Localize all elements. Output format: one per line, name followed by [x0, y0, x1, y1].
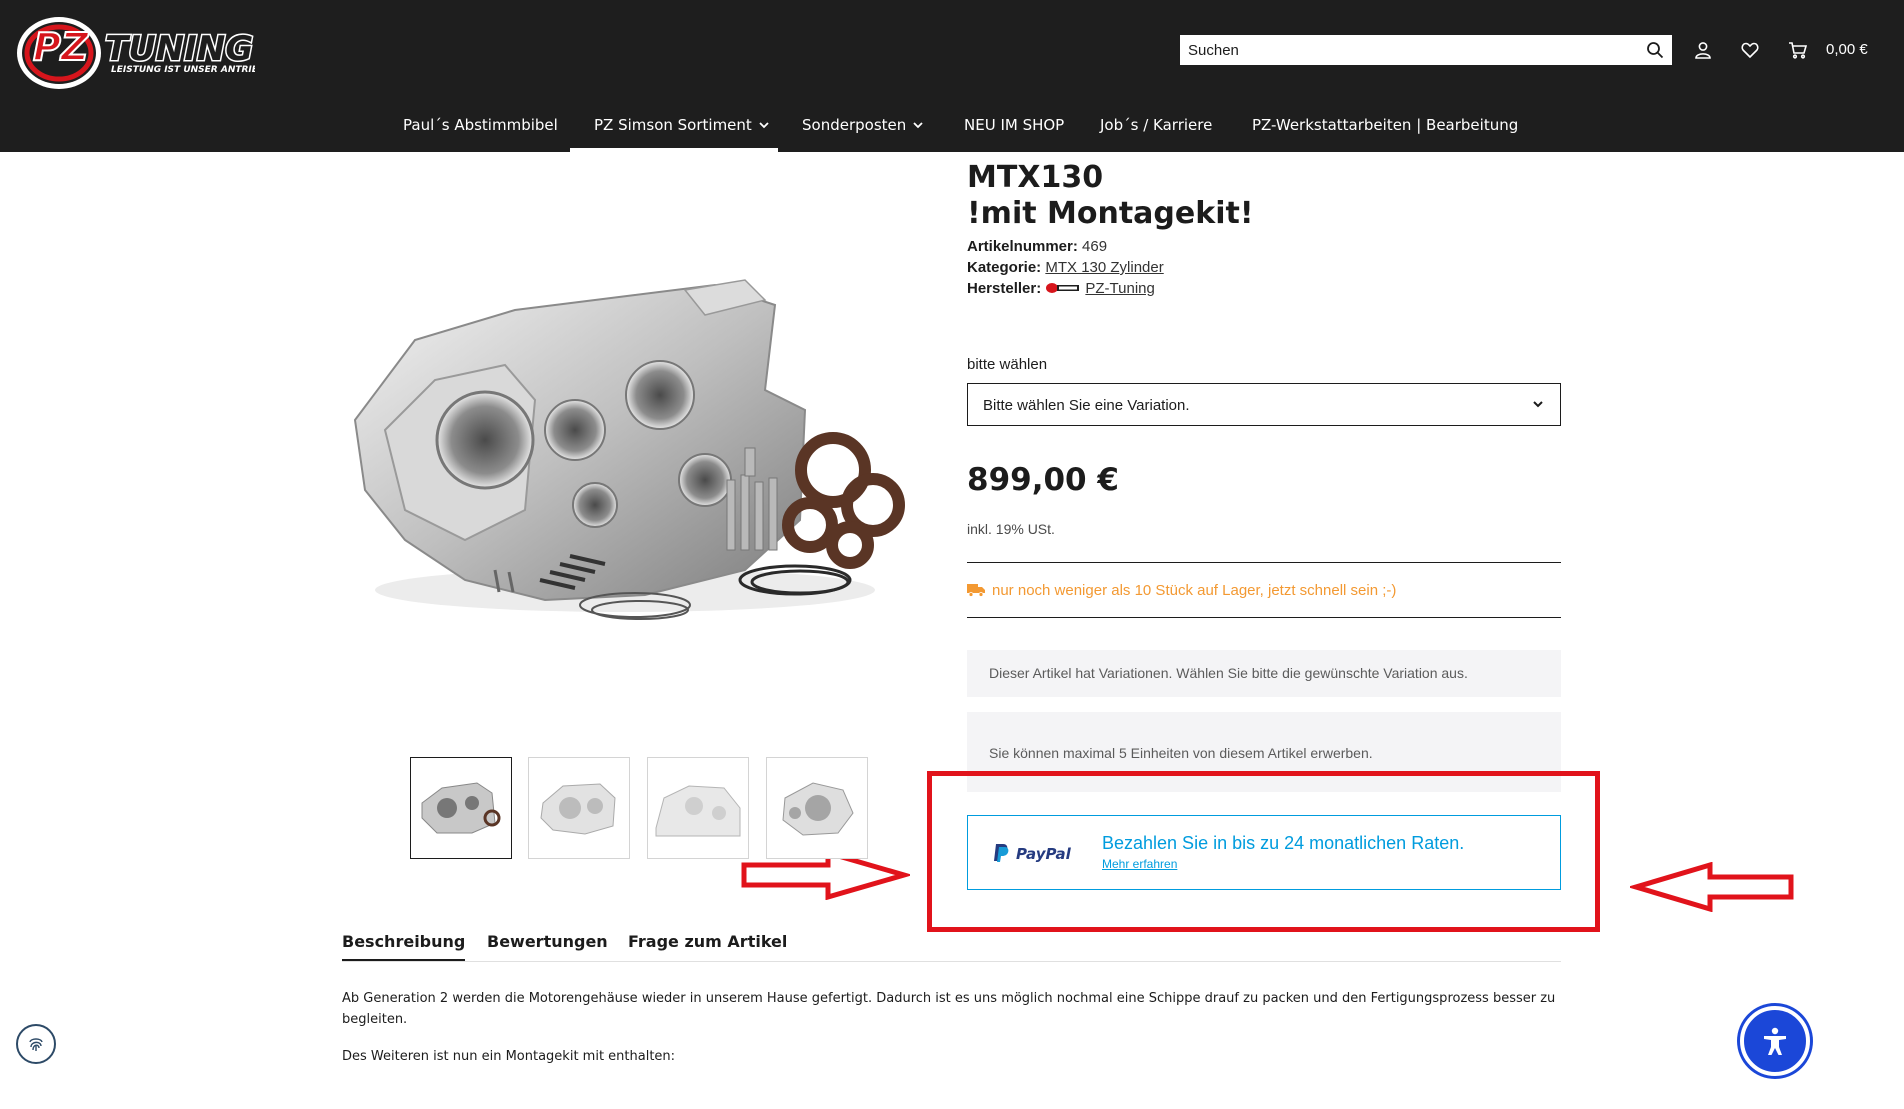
nav-item-label: Job´s / Karriere: [1100, 116, 1213, 134]
thumbnail-3[interactable]: [647, 757, 749, 859]
chevron-down-icon: [913, 122, 923, 129]
search-bar: [1180, 35, 1672, 65]
manufacturer-label: Hersteller:: [967, 280, 1042, 297]
product-title-line-2: !mit Montagekit!: [967, 196, 1254, 231]
nav-active-indicator: [570, 148, 778, 152]
description-paragraph: Ab Generation 2 werden die Motorengehäus…: [342, 991, 1556, 1027]
page: Gen2 PZ- CNC Gehäuse Simson MTX130 !mit …: [0, 0, 1904, 1109]
thumbnail-image: [782, 782, 854, 836]
tab-bewertungen[interactable]: Bewertungen: [487, 932, 608, 951]
divider: [967, 617, 1561, 618]
product-price: 899,00 €: [967, 462, 1119, 498]
article-number-row: Artikelnummer: 469: [967, 236, 1164, 257]
consent-settings-button[interactable]: [16, 1024, 56, 1064]
nav-item-label: Paul´s Abstimmbibel: [403, 116, 558, 134]
cart-icon[interactable]: [1788, 40, 1808, 60]
product-description: Ab Generation 2 werden die Motorengehäus…: [342, 988, 1572, 1083]
nav-item-abstimmbibel[interactable]: Paul´s Abstimmbibel: [403, 116, 558, 134]
logo-tagline-text: LEISTUNG IST UNSER ANTRIEB: [111, 65, 255, 75]
logo-pz-text: PZ: [33, 25, 90, 69]
fingerprint-icon: [29, 1038, 43, 1051]
logo-tuning-text: TUNING: [105, 29, 253, 69]
tab-frage-zum-artikel[interactable]: Frage zum Artikel: [628, 932, 787, 951]
thumbnail-image: [540, 783, 616, 835]
search-icon[interactable]: [1646, 41, 1664, 59]
thumbnail-1[interactable]: [410, 757, 512, 859]
thumbnail-4[interactable]: [766, 757, 868, 859]
tab-beschreibung[interactable]: Beschreibung: [342, 932, 466, 962]
manufacturer-row: Hersteller: PZ-Tuning: [967, 278, 1164, 299]
variation-label: bitte wählen: [967, 356, 1048, 373]
nav-item-sonderposten[interactable]: Sonderposten: [802, 116, 923, 134]
stock-status: nur noch weniger als 10 Stück auf Lager,…: [967, 582, 1396, 599]
variation-info-box: Dieser Artikel hat Variationen. Wählen S…: [967, 650, 1561, 697]
nav-item-werkstattarbeiten[interactable]: PZ-Werkstattarbeiten | Bearbeitung: [1252, 116, 1518, 134]
category-row: Kategorie: MTX 130 Zylinder: [967, 257, 1164, 278]
nav-item-label: PZ Simson Sortiment: [594, 116, 752, 134]
thumbnail-2[interactable]: [528, 757, 630, 859]
nav-item-label: Sonderposten: [802, 116, 907, 134]
brand-logo[interactable]: PZ TUNING LEISTUNG IST UNSER ANTRIEB: [15, 8, 255, 90]
accessibility-button[interactable]: [1740, 1006, 1810, 1076]
tabs-divider: [342, 961, 1561, 962]
site-header: PZ TUNING LEISTUNG IST UNSER ANTRIEB 0,0…: [0, 0, 1904, 152]
manufacturer-link[interactable]: PZ-Tuning: [1085, 280, 1154, 297]
tax-note: inkl. 19% USt.: [967, 521, 1055, 537]
manufacturer-logo-icon: [1046, 283, 1080, 293]
heart-icon[interactable]: [1740, 40, 1760, 60]
thumbnail-image: [421, 782, 501, 834]
nav-item-jobs-karriere[interactable]: Job´s / Karriere: [1100, 116, 1212, 134]
chevron-down-icon: [759, 122, 769, 129]
user-icon[interactable]: [1693, 40, 1713, 60]
article-number-value: 469: [1082, 238, 1108, 255]
article-number-label: Artikelnummer:: [967, 238, 1078, 255]
annotation-highlight-box: [927, 771, 1600, 932]
accessibility-icon: [1764, 1027, 1786, 1055]
chevron-down-icon: [1533, 401, 1543, 408]
variation-select-value: Bitte wählen Sie eine Variation.: [983, 397, 1190, 414]
nav-item-label: PZ-Werkstattarbeiten | Bearbeitung: [1252, 116, 1519, 134]
product-meta: Artikelnummer: 469 Kategorie: MTX 130 Zy…: [967, 236, 1164, 299]
cart-total[interactable]: 0,00 €: [1826, 41, 1868, 58]
nav-item-label: NEU IM SHOP: [964, 116, 1065, 134]
variation-select[interactable]: Bitte wählen Sie eine Variation.: [967, 383, 1561, 426]
max-quantity-text: Sie können maximal 5 Einheiten von diese…: [989, 745, 1373, 761]
description-paragraph: Des Weiteren ist nun ein Montagekit mit …: [342, 1049, 676, 1064]
truck-icon: [967, 584, 985, 597]
category-link[interactable]: MTX 130 Zylinder: [1045, 259, 1163, 276]
thumbnail-image: [655, 785, 741, 837]
nav-item-pz-simson-sortiment[interactable]: PZ Simson Sortiment: [594, 116, 769, 134]
nav-item-neu-im-shop[interactable]: NEU IM SHOP: [964, 116, 1064, 134]
product-image[interactable]: [345, 270, 935, 640]
annotation-arrow-left-icon: [1630, 862, 1794, 912]
category-label: Kategorie:: [967, 259, 1042, 276]
stock-text: nur noch weniger als 10 Stück auf Lager,…: [992, 582, 1397, 599]
divider: [967, 562, 1561, 563]
search-input[interactable]: [1180, 35, 1638, 65]
